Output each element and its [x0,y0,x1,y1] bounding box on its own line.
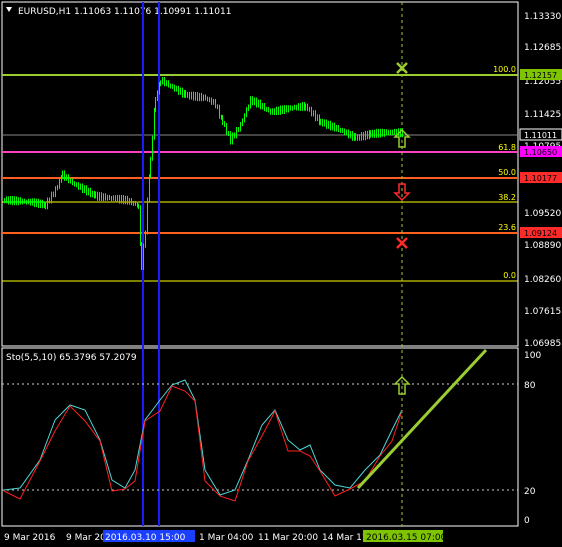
main-pane[interactable] [1,1,519,347]
fib-label-382: 38.2 [498,193,516,202]
price-tick: 1.06985 [524,339,561,349]
time-tick: 1 Mar 04:00 [199,533,254,543]
osc-tick: 20 [524,487,536,497]
fib-label-0: 0.0 [503,271,516,280]
indicator-header: Sto(5,5,10) 65.3796 57.2079 [6,353,137,363]
time-tick: 14 Mar 11 [322,533,368,543]
price-tag: 1.10177 [524,174,557,183]
time-tick: 11 Mar 20:00 [258,533,318,543]
fib-label-100: 100.0 [493,65,516,74]
symbol-header: EURUSD,H1 1.11063 1.11076 1.10991 1.1101… [18,7,231,17]
time-tick: 9 Mar 20 [66,533,106,543]
price-tick: 1.13330 [524,12,561,22]
time-tag: 2016.03.15 07:00 [366,533,447,543]
price-tag: 1.09124 [524,229,557,238]
fib-label-500: 50.0 [498,168,516,177]
price-tick: 1.08260 [524,275,561,285]
price-tick: 1.11425 [524,110,561,120]
time-tick: 9 Mar 2016 [4,533,56,543]
osc-tick: 80 [524,381,536,391]
price-tick: 1.08890 [524,241,561,251]
fib-label-618: 61.8 [498,143,516,152]
chart-canvas[interactable]: EURUSD,H1 1.11063 1.11076 1.10991 1.1101… [0,0,562,547]
price-tag: 1.11011 [524,131,557,140]
osc-tick: 0 [524,516,530,526]
price-tick: 1.07615 [524,307,561,317]
price-tag: 1.12157 [524,71,557,80]
time-tag: 2016.03.10 15:00 [105,533,186,543]
indicator-pane[interactable] [1,347,519,527]
price-tick: 1.09520 [524,209,561,219]
price-tick: 1.12685 [524,43,561,53]
osc-tick: 100 [524,351,541,361]
price-tag: 1.10650 [524,148,557,157]
fib-label-236: 23.6 [498,223,516,232]
time-axis: 9 Mar 2016 9 Mar 20 2016.03.10 15:00 1 M… [4,530,447,543]
